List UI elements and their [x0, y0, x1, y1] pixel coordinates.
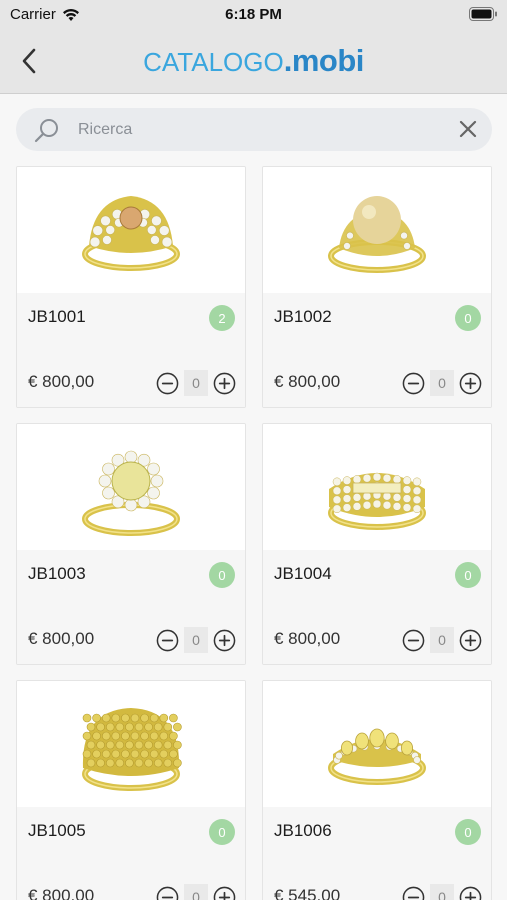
product-info: JB1002 0 € 800,00 0 [263, 293, 491, 407]
plus-icon[interactable] [459, 372, 482, 395]
product-card[interactable]: JB1003 0 € 800,00 0 [16, 423, 246, 665]
product-image[interactable] [17, 167, 245, 293]
product-price: € 800,00 [28, 629, 95, 648]
plus-icon[interactable] [459, 886, 482, 900]
product-price: € 800,00 [28, 372, 95, 391]
quantity-stepper: 0 [156, 627, 236, 653]
ring-image [82, 196, 180, 271]
cart-count-badge: 0 [209, 562, 235, 588]
ring-image [82, 450, 180, 536]
cart-count-badge: 0 [455, 305, 481, 331]
product-card[interactable]: JB1001 2 € 800,00 0 [16, 166, 246, 408]
cart-count-badge: 2 [209, 305, 235, 331]
quantity-stepper: 0 [402, 884, 482, 900]
quantity-stepper: 0 [402, 627, 482, 653]
product-info: JB1001 2 € 800,00 0 [17, 293, 245, 407]
product-code: JB1006 [274, 821, 332, 840]
product-price: € 545,00 [274, 886, 341, 900]
product-price: € 800,00 [274, 372, 341, 391]
product-code: JB1003 [28, 564, 86, 583]
quantity-stepper: 0 [156, 884, 236, 900]
product-card[interactable]: JB1005 0 € 800,00 0 [16, 680, 246, 900]
plus-icon[interactable] [213, 886, 236, 900]
cart-count-badge: 0 [455, 562, 481, 588]
product-info: JB1003 0 € 800,00 0 [17, 550, 245, 664]
product-card[interactable]: JB1002 0 € 800,00 0 [262, 166, 492, 408]
product-info: JB1006 0 € 545,00 0 [263, 807, 491, 900]
ring-image [328, 728, 426, 785]
product-card[interactable]: JB1004 0 € 800,00 0 [262, 423, 492, 665]
quantity-value[interactable]: 0 [430, 884, 454, 900]
product-price: € 800,00 [28, 886, 95, 900]
cart-count-badge: 0 [209, 819, 235, 845]
quantity-stepper: 0 [402, 370, 482, 396]
ring-image [82, 708, 182, 791]
ring-image [328, 472, 426, 530]
product-image[interactable] [263, 681, 491, 807]
minus-icon[interactable] [402, 629, 425, 652]
product-image[interactable] [17, 424, 245, 550]
minus-icon[interactable] [402, 372, 425, 395]
product-grid: JB1001 2 € 800,00 0 JB1002 0 € 800,00 0 … [0, 0, 507, 900]
product-price: € 800,00 [274, 629, 341, 648]
product-info: JB1004 0 € 800,00 0 [263, 550, 491, 664]
plus-icon[interactable] [213, 372, 236, 395]
plus-icon[interactable] [459, 629, 482, 652]
quantity-value[interactable]: 0 [184, 370, 208, 396]
product-card[interactable]: JB1006 0 € 545,00 0 [262, 680, 492, 900]
product-code: JB1002 [274, 307, 332, 326]
product-image[interactable] [263, 424, 491, 550]
quantity-value[interactable]: 0 [184, 884, 208, 900]
product-code: JB1005 [28, 821, 86, 840]
quantity-value[interactable]: 0 [184, 627, 208, 653]
product-image[interactable] [263, 167, 491, 293]
quantity-value[interactable]: 0 [430, 627, 454, 653]
product-code: JB1001 [28, 307, 86, 326]
product-code: JB1004 [274, 564, 332, 583]
plus-icon[interactable] [213, 629, 236, 652]
cart-count-badge: 0 [455, 819, 481, 845]
quantity-value[interactable]: 0 [430, 370, 454, 396]
minus-icon[interactable] [156, 629, 179, 652]
product-info: JB1005 0 € 800,00 0 [17, 807, 245, 900]
quantity-stepper: 0 [156, 370, 236, 396]
product-image[interactable] [17, 681, 245, 807]
minus-icon[interactable] [156, 886, 179, 900]
minus-icon[interactable] [156, 372, 179, 395]
minus-icon[interactable] [402, 886, 425, 900]
ring-image [328, 196, 426, 273]
